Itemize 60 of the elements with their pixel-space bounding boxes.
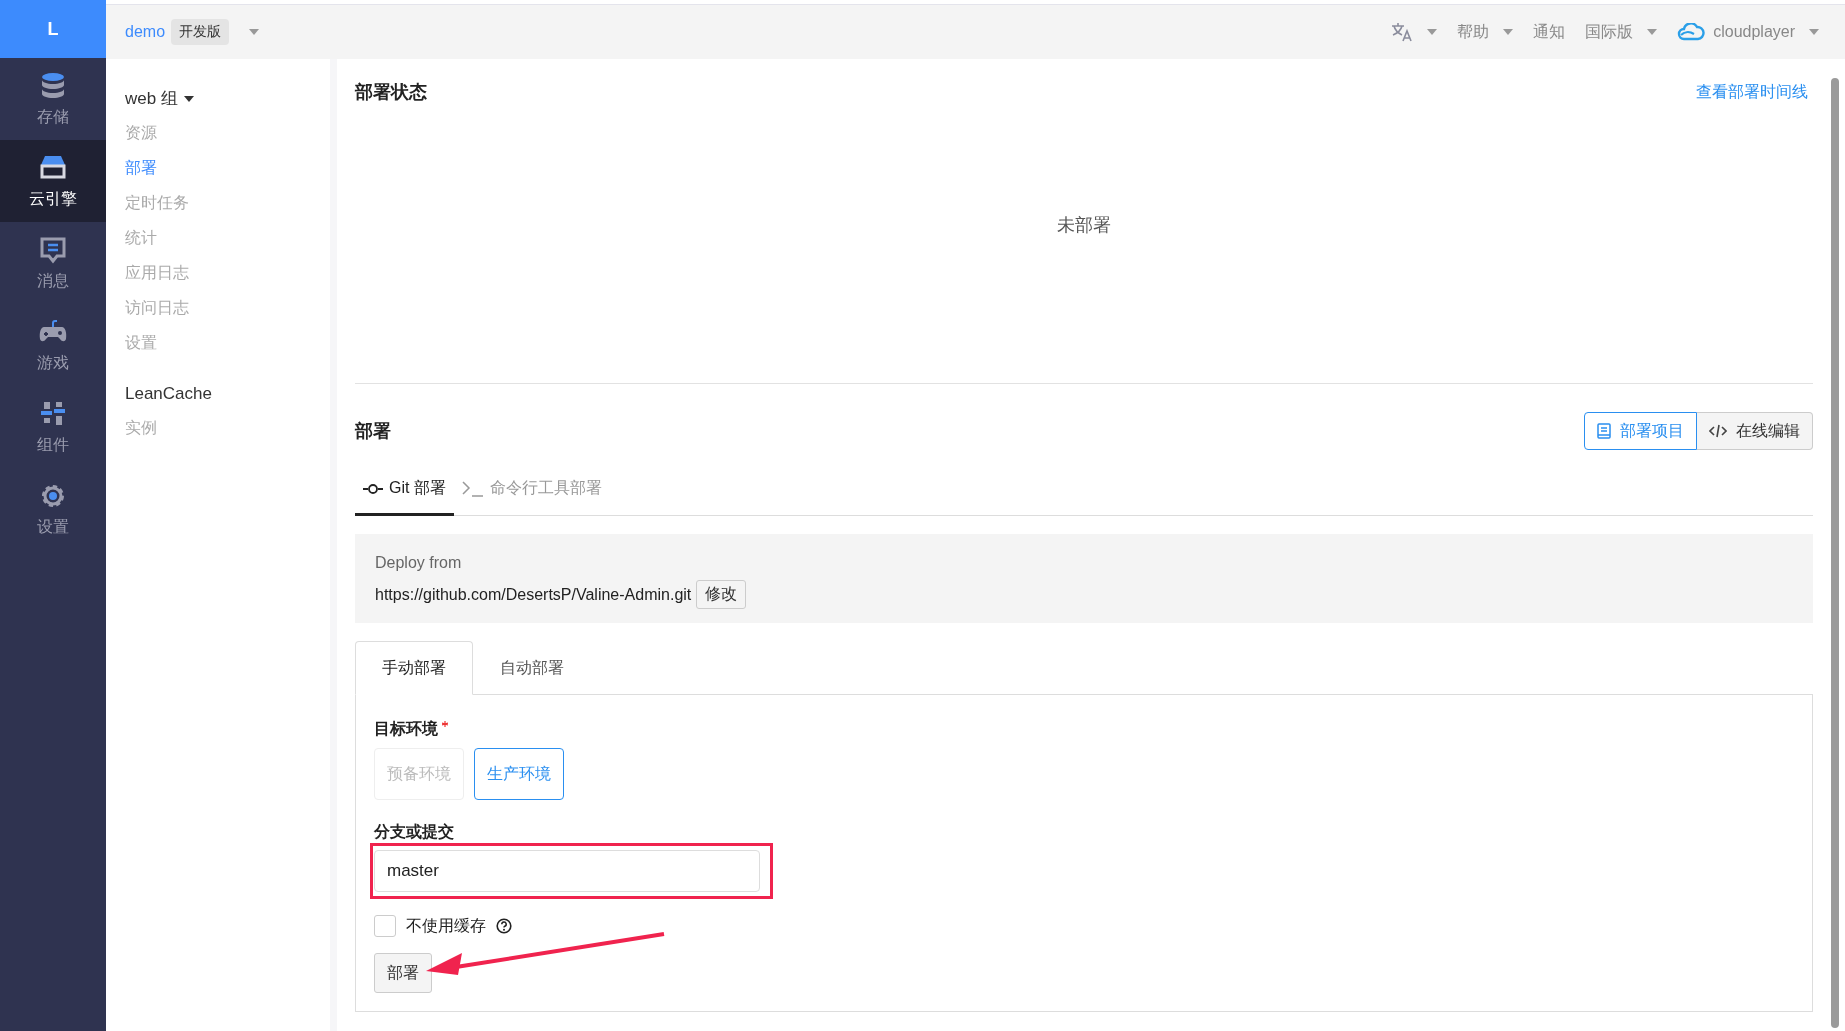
language-menu[interactable] [1391, 22, 1438, 42]
deploy-project-button[interactable]: 部署项目 [1584, 412, 1697, 450]
tab[interactable]: Git 部署 [355, 470, 454, 516]
deploy-button[interactable]: 部署 [374, 953, 432, 993]
rail-item[interactable]: 游戏 [0, 304, 106, 386]
nav-item[interactable]: 定时任务 [125, 186, 330, 221]
online-edit-button[interactable]: 在线编辑 [1697, 412, 1813, 450]
terminal-icon [461, 480, 484, 497]
caret-icon [1503, 29, 1514, 35]
scrollbar[interactable] [1831, 78, 1839, 1028]
group-title[interactable]: LeanCache [125, 376, 330, 411]
section-title: 部署状态 [355, 81, 427, 104]
rail-item[interactable]: 存储 [0, 58, 106, 140]
rail-item[interactable]: 云引擎 [0, 140, 106, 222]
caret-icon [1427, 29, 1438, 35]
branch-input[interactable]: master [374, 850, 760, 892]
translate-icon [1391, 22, 1414, 42]
help-icon [496, 918, 512, 934]
caret-icon [249, 29, 260, 35]
top-menu[interactable]: 国际版 [1585, 21, 1658, 43]
tab[interactable]: 命令行工具部署 [453, 470, 610, 516]
checkbox-label: 不使用缓存 [406, 915, 486, 936]
nav-item[interactable]: 实例 [125, 411, 330, 446]
rail-item[interactable]: 设置 [0, 468, 106, 550]
app-name[interactable]: demo [125, 23, 166, 41]
field-label: 目标环境 [374, 719, 438, 739]
environment-option[interactable]: 生产环境 [474, 748, 564, 800]
timeline-link[interactable]: 查看部署时间线 [1696, 81, 1808, 103]
tab[interactable]: 自动部署 [473, 641, 591, 695]
book-icon [1597, 423, 1611, 439]
caret-icon [1809, 29, 1819, 35]
environment-option: 预备环境 [374, 748, 464, 800]
required-icon [442, 721, 448, 727]
edit-button[interactable]: 修改 [696, 580, 747, 609]
group-title[interactable]: web 组 [125, 81, 330, 116]
caret-icon [1647, 29, 1658, 35]
app-logo[interactable]: L [0, 0, 106, 58]
empty-state-text: 未部署 [1057, 214, 1111, 237]
repository-url: https://github.com/DesertsP/Valine-Admin.git [375, 585, 692, 604]
user-menu[interactable]: cloudplayer [1677, 23, 1819, 41]
checkbox[interactable] [374, 915, 396, 937]
commit-icon [363, 483, 383, 494]
nav-item[interactable]: 资源 [125, 116, 330, 151]
source-label: Deploy from [375, 554, 463, 572]
nav-item[interactable]: 部署 [125, 151, 330, 186]
tab[interactable]: 手动部署 [355, 641, 473, 695]
edition-badge: 开发版 [171, 19, 230, 45]
nav-item[interactable]: 应用日志 [125, 256, 330, 291]
section-title: 部署 [355, 420, 391, 443]
code-icon [1709, 424, 1727, 438]
nav-item[interactable]: 访问日志 [125, 291, 330, 326]
rail-item[interactable]: 消息 [0, 222, 106, 304]
caret-icon [183, 95, 194, 102]
top-menu[interactable]: 帮助 [1457, 21, 1514, 43]
top-menu[interactable]: 通知 [1533, 21, 1566, 43]
nav-item[interactable]: 统计 [125, 221, 330, 256]
field-label: 分支或提交 [374, 822, 454, 842]
nav-item[interactable]: 设置 [125, 326, 330, 361]
cloud-icon [1677, 23, 1706, 41]
rail-item[interactable]: 组件 [0, 386, 106, 468]
